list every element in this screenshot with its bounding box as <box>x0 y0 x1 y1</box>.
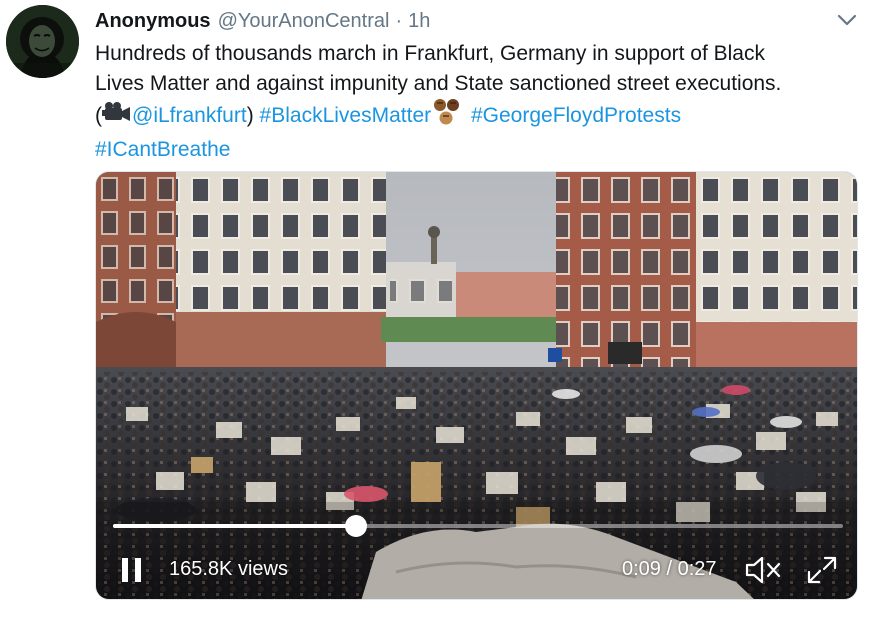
chevron-down-icon[interactable] <box>836 12 858 28</box>
view-count: 165.8K views <box>169 558 288 580</box>
hashtag-link[interactable]: #GeorgeFloydProtests <box>471 104 681 127</box>
pause-icon[interactable] <box>120 557 144 583</box>
progress-bar[interactable] <box>113 515 843 537</box>
video-player[interactable]: 165.8K views 0:09 / 0:27 <box>95 171 858 600</box>
paren-close: ) <box>246 103 254 127</box>
avatar[interactable] <box>6 5 79 78</box>
timestamp[interactable]: 1h <box>408 10 430 33</box>
progress-fill <box>113 524 357 528</box>
fullscreen-icon[interactable] <box>806 555 838 585</box>
user-handle[interactable]: @YourAnonCentral <box>218 10 390 33</box>
raised-fists-icon <box>431 98 465 135</box>
time-separator: / <box>666 558 673 580</box>
display-name[interactable]: Anonymous <box>95 10 211 33</box>
video-time: 0:09 / 0:27 <box>622 558 717 581</box>
tweet-text-line2: Lives Matter and against impunity and St… <box>95 71 782 95</box>
tweet-header: Anonymous @YourAnonCentral · 1h <box>95 9 430 33</box>
hashtag-link[interactable]: #BlackLivesMatter <box>260 104 432 127</box>
tweet-text: Hundreds of thousands march in Frankfurt… <box>95 39 865 164</box>
tweet-text-line1: Hundreds of thousands march in Frankfurt… <box>95 42 765 65</box>
progress-scrubber[interactable] <box>345 515 368 537</box>
tweet-text-line4: #ICantBreathe <box>95 135 865 165</box>
hashtag-link[interactable]: #ICantBreathe <box>95 138 230 161</box>
movie-camera-icon <box>102 101 132 132</box>
paren-open: ( <box>95 103 102 127</box>
duration: 0:27 <box>677 558 717 580</box>
separator-dot: · <box>395 9 403 32</box>
current-time: 0:09 <box>622 558 661 580</box>
video-frame <box>96 172 857 599</box>
mention-link[interactable]: @iLfrankfurt <box>132 104 247 127</box>
anonymous-mask-icon <box>6 5 79 78</box>
muted-speaker-icon[interactable] <box>744 555 782 585</box>
tweet-text-line3: ( @iLfrankfurt) #BlackLivesMatter #George… <box>95 98 865 135</box>
